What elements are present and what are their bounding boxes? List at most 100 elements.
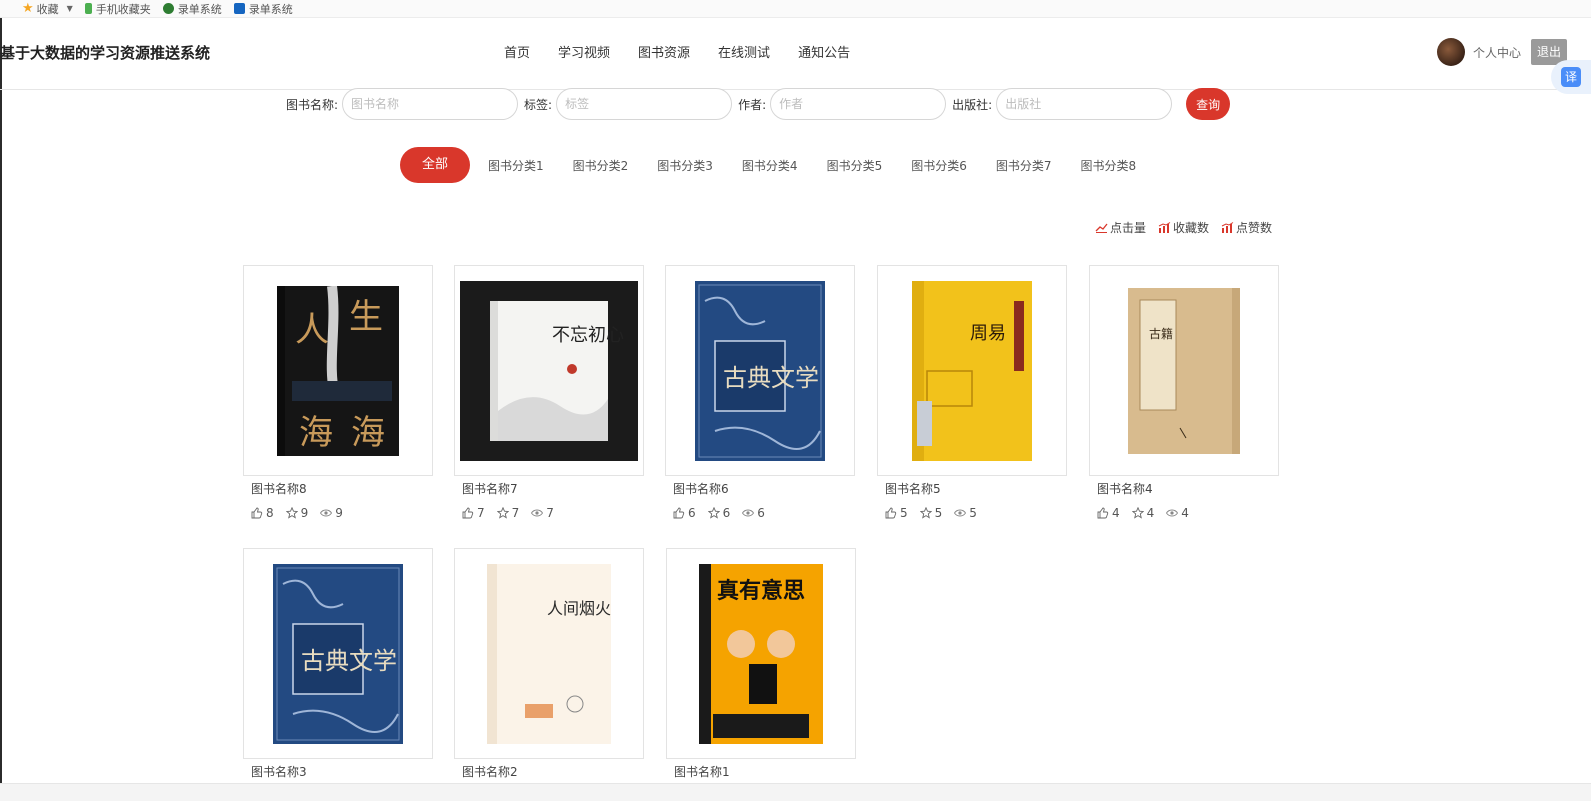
eye-icon [954,509,967,517]
book-name[interactable]: 图书名称5 [877,480,1067,498]
site-header: 基于大数据的学习资源推送系统 首页 学习视频 图书资源 在线测试 通知公告 个人… [0,18,1591,91]
book-name[interactable]: 图书名称1 [666,763,856,781]
category-4[interactable]: 图书分类4 [742,157,798,174]
like-count[interactable]: 8 [251,506,274,520]
book-cover[interactable]: 古典文学 [665,265,855,476]
book-cover[interactable]: 不忘初心 [454,265,644,476]
book-cover[interactable]: 人间烟火 [454,548,644,759]
category-2[interactable]: 图书分类2 [573,157,629,174]
book-card[interactable]: 人 生 海 海 图书名称8 8 9 9 [243,265,433,520]
book-name[interactable]: 图书名称7 [454,480,644,498]
favorite-count[interactable]: 5 [919,506,943,520]
book-name[interactable]: 图书名称8 [243,480,433,498]
book-name[interactable]: 图书名称6 [665,480,855,498]
favorite-count[interactable]: 6 [707,506,730,520]
cover-text: 人 [295,310,329,350]
favorite-value: 4 [1146,506,1155,520]
cover-image: 古典文学 [695,280,825,461]
category-5[interactable]: 图书分类5 [827,157,883,174]
book-card[interactable]: 古典文学 图书名称3 [243,548,433,781]
publisher-label: 出版社: [952,97,993,112]
book-card[interactable]: 古籍 图书名称4 4 4 4 [1089,265,1279,520]
book-card[interactable]: 人间烟火 图书名称2 [454,548,644,781]
book-card[interactable]: 真有意思 图书名称1 [666,548,856,781]
cover-text: 不忘初心 [552,325,624,346]
nav-videos[interactable]: 学习视频 [544,18,624,90]
category-all[interactable]: 全部 [400,147,470,183]
bookmark-label: 收藏 [36,2,59,16]
category-7[interactable]: 图书分类7 [996,157,1052,174]
nav-books[interactable]: 图书资源 [624,18,705,91]
category-8[interactable]: 图书分类8 [1080,157,1136,174]
tag-label: 标签: [524,97,553,112]
nav-notices[interactable]: 通知公告 [784,18,864,90]
nav-home[interactable]: 首页 [490,18,544,90]
cover-image: 周易 [912,280,1032,461]
book-cover[interactable]: 真有意思 [666,548,856,759]
book-cover[interactable]: 古籍 [1089,265,1279,476]
sort-favorites[interactable]: 收藏数 [1158,219,1209,236]
cover-image: 人间烟火 [487,563,611,744]
like-count[interactable]: 7 [462,506,485,520]
category-1[interactable]: 图书分类1 [488,157,544,174]
view-count: 9 [320,506,343,520]
bookmark-system-1[interactable]: 录单系统 [162,1,222,17]
view-value: 7 [546,506,554,520]
site-title: 基于大数据的学习资源推送系统 [0,44,211,62]
like-value: 8 [266,506,274,520]
thumbs-up-icon [885,507,897,519]
cover-text: 古典文学 [723,364,819,392]
category-3[interactable]: 图书分类3 [657,157,713,174]
book-name-label: 图书名称: [286,97,339,112]
star-outline-icon [919,507,932,519]
eye-icon [531,509,544,517]
sort-clicks[interactable]: 点击量 [1095,219,1146,236]
query-button[interactable]: 查询 [1186,88,1231,120]
book-name[interactable]: 图书名称4 [1089,480,1279,498]
like-count[interactable]: 5 [885,506,908,520]
sort-label: 点击量 [1110,221,1147,235]
book-cover[interactable]: 古典文学 [243,548,433,759]
like-count[interactable]: 6 [673,506,696,520]
like-count[interactable]: 4 [1097,506,1120,520]
book-stats: 5 5 5 [877,506,1067,520]
book-cover[interactable]: 周易 [877,265,1067,476]
book-cover[interactable]: 人 生 海 海 [243,265,433,476]
favorite-count[interactable]: 9 [285,506,309,520]
star-icon: ★ [22,1,34,16]
book-card[interactable]: 不忘初心 图书名称7 7 7 7 [454,265,644,520]
book-name-input[interactable] [342,88,519,120]
bookmarks-bar: ★ 收藏 ▼ 手机收藏夹 录单系统 录单系统 [0,0,1591,18]
leaf-icon [162,3,174,14]
tag-input[interactable] [556,88,733,120]
favorite-value: 9 [300,506,309,520]
book-name[interactable]: 图书名称3 [243,763,433,781]
bookmark-mobile[interactable]: 手机收藏夹 [84,1,151,17]
sort-likes[interactable]: 点赞数 [1221,219,1272,236]
favorite-value: 5 [934,506,943,520]
favorite-count[interactable]: 7 [496,506,519,520]
thumbs-up-icon [1097,507,1109,519]
favorite-count[interactable]: 4 [1131,506,1155,520]
publisher-input[interactable] [996,88,1173,120]
bookmark-favorites[interactable]: ★ 收藏 ▼ [22,1,73,17]
view-count: 6 [742,506,765,520]
bookmark-system-2[interactable]: 录单系统 [233,1,293,17]
cover-image: 不忘初心 [460,280,638,461]
book-card[interactable]: 古典文学 图书名称6 6 6 6 [665,265,855,520]
book-card[interactable]: 周易 图书名称5 5 5 5 [877,265,1067,520]
category-6[interactable]: 图书分类6 [911,157,967,174]
star-outline-icon [496,507,509,519]
author-input[interactable] [770,88,947,120]
phone-icon [84,3,92,14]
caret-down-icon[interactable]: ▼ [67,4,73,13]
book-name[interactable]: 图书名称2 [454,763,644,781]
book-stats: 6 6 6 [665,506,855,520]
star-outline-icon [285,507,298,519]
translate-button[interactable]: 译 [1551,60,1591,94]
user-center-link[interactable]: 个人中心 [1473,44,1521,61]
nav-tests[interactable]: 在线测试 [704,18,784,90]
avatar[interactable] [1436,38,1465,66]
search-bar: 图书名称: 标签: 作者: 出版社: 查询 [286,88,1231,120]
window-edge [0,18,2,801]
